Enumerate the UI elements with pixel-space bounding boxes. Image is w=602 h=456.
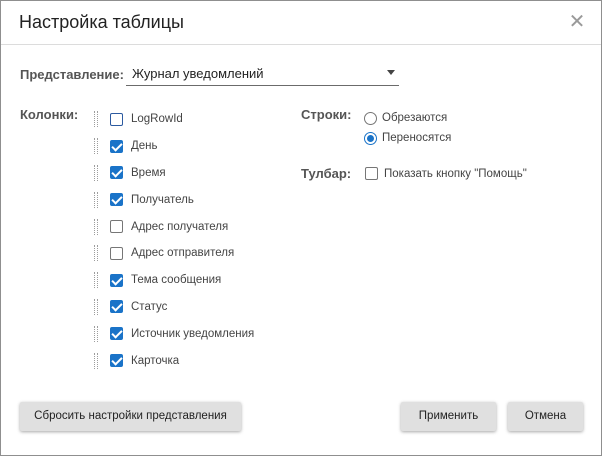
column-checkbox[interactable] xyxy=(110,273,123,287)
drag-handle-icon[interactable] xyxy=(94,352,98,369)
rows-radio-group: Обрезаются Переносятся xyxy=(364,108,451,148)
apply-button[interactable]: Применить xyxy=(401,402,496,431)
help-button-label: Показать кнопку "Помощь" xyxy=(384,167,527,180)
column-label: Адрес получателя xyxy=(131,220,229,233)
column-checkbox[interactable] xyxy=(110,327,123,341)
close-icon[interactable]: ✕ xyxy=(567,11,587,33)
column-item[interactable]: Статус xyxy=(94,294,274,321)
column-label: Тема сообщения xyxy=(131,274,222,287)
toolbar-label: Тулбар: xyxy=(301,166,352,181)
column-label: Источник уведомления xyxy=(131,327,255,340)
rows-label: Строки: xyxy=(301,107,352,122)
drag-handle-icon[interactable] xyxy=(94,245,98,262)
columns-label: Колонки: xyxy=(20,107,79,122)
column-item[interactable]: Карточка xyxy=(94,347,274,374)
column-item[interactable]: Получатель xyxy=(94,186,274,213)
help-button-checkbox[interactable] xyxy=(365,167,378,180)
column-item[interactable]: LogRowId xyxy=(94,106,274,133)
column-item[interactable]: Адрес отправителя xyxy=(94,240,274,267)
column-item[interactable]: Время xyxy=(94,160,274,187)
column-checkbox[interactable] xyxy=(110,354,123,368)
column-item[interactable]: Источник уведомления xyxy=(94,320,274,347)
column-checkbox[interactable] xyxy=(110,246,123,260)
cancel-button[interactable]: Отмена xyxy=(508,402,583,431)
view-select[interactable]: Журнал уведомлений xyxy=(126,59,399,86)
column-label: День xyxy=(131,140,158,153)
drag-handle-icon[interactable] xyxy=(94,111,98,128)
drag-handle-icon[interactable] xyxy=(94,164,98,181)
dialog-header: Настройка таблицы ✕ xyxy=(1,1,601,45)
rows-option[interactable]: Обрезаются xyxy=(364,108,451,128)
view-label: Представление: xyxy=(20,67,124,82)
column-label: Карточка xyxy=(131,354,180,367)
rows-radio[interactable] xyxy=(364,131,377,145)
dialog-title: Настройка таблицы xyxy=(19,12,184,32)
column-item[interactable]: День xyxy=(94,133,274,160)
column-checkbox[interactable] xyxy=(110,112,123,126)
column-label: Получатель xyxy=(131,193,194,206)
view-select-value: Журнал уведомлений xyxy=(132,66,264,81)
column-checkbox[interactable] xyxy=(110,139,123,153)
drag-handle-icon[interactable] xyxy=(94,218,98,235)
rows-option-label: Переносятся xyxy=(382,132,452,144)
drag-handle-icon[interactable] xyxy=(94,272,98,289)
column-item[interactable]: Адрес получателя xyxy=(94,213,274,240)
rows-radio[interactable] xyxy=(364,111,377,125)
rows-option[interactable]: Переносятся xyxy=(364,128,451,148)
column-label: Статус xyxy=(131,300,168,313)
column-label: Адрес отправителя xyxy=(131,247,235,260)
drag-handle-icon[interactable] xyxy=(94,325,98,342)
column-label: LogRowId xyxy=(131,113,183,126)
column-checkbox[interactable] xyxy=(110,193,123,207)
column-checkbox[interactable] xyxy=(110,220,123,234)
drag-handle-icon[interactable] xyxy=(94,138,98,155)
rows-option-label: Обрезаются xyxy=(382,112,448,124)
caret-down-icon xyxy=(387,70,395,75)
column-item[interactable]: Тема сообщения xyxy=(94,267,274,294)
toolbar-help-option[interactable]: Показать кнопку "Помощь" xyxy=(365,167,527,180)
drag-handle-icon[interactable] xyxy=(94,298,98,315)
table-settings-dialog: Настройка таблицы ✕ Представление: Журна… xyxy=(0,0,602,456)
column-checkbox[interactable] xyxy=(110,166,123,180)
column-label: Время xyxy=(131,166,166,179)
reset-view-button[interactable]: Сбросить настройки представления xyxy=(20,402,241,431)
column-checkbox[interactable] xyxy=(110,300,123,314)
columns-list: LogRowId День Время Получатель Адрес получат… xyxy=(94,106,274,374)
drag-handle-icon[interactable] xyxy=(94,191,98,208)
